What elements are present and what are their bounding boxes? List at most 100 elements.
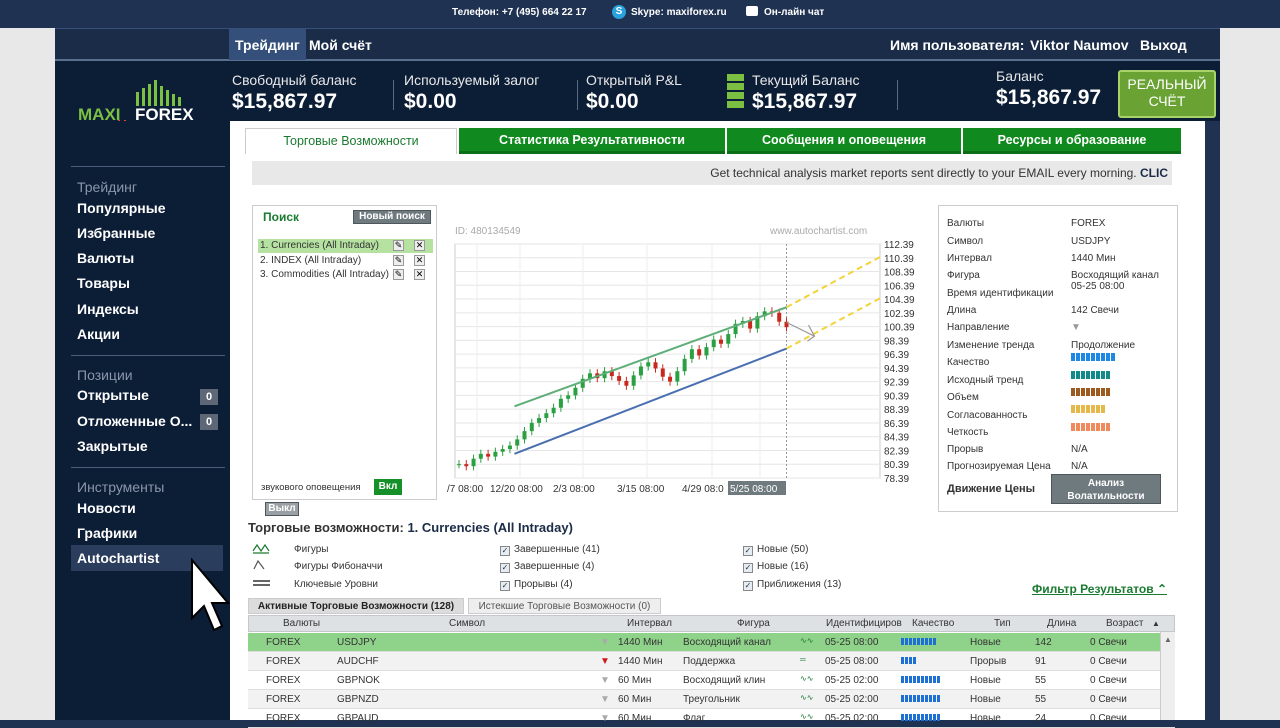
banner-link[interactable]: CLIC xyxy=(1140,166,1168,180)
table-row[interactable]: FOREX USDJPY ▼ 1440 Мин Восходящий канал 05-2… xyxy=(248,633,1175,652)
mouse-cursor-icon xyxy=(191,558,230,632)
skype-text[interactable]: Skype: maxiforex.ru xyxy=(631,7,727,18)
candle xyxy=(675,371,680,382)
chart-watermark: www.autochartist.com xyxy=(769,226,867,237)
pattern-icon: ∿∿ xyxy=(800,693,814,702)
search-item-commodities[interactable]: 3. Commodities (All Intraday) xyxy=(258,268,433,282)
balance-label: Баланс xyxy=(996,68,1044,84)
info-key: Объем xyxy=(947,392,979,403)
col-interval[interactable]: Интервал xyxy=(627,618,672,629)
edit-icon[interactable]: ✎ xyxy=(393,240,404,251)
tab-active-opportunities[interactable]: Активные Торговые Возможности (128) xyxy=(248,598,464,614)
sidebar-item-indices[interactable]: Индексы xyxy=(77,301,139,317)
x-tick-label: 12/20 08:00 xyxy=(490,484,543,495)
delete-icon[interactable]: ✕ xyxy=(414,255,425,266)
top-contact-bar: Телефон: +7 (495) 664 22 17 S Skype: max… xyxy=(0,0,1280,28)
sidebar-item-autochartist[interactable]: Autochartist xyxy=(77,550,159,566)
quality-bars xyxy=(901,638,936,645)
checkbox-checked-icon: ✓ xyxy=(743,563,753,573)
info-key: Время идентификации xyxy=(947,288,1054,299)
table-row[interactable]: FOREX GBPNZD ▼ 60 Мин Треугольник 05-25 02:00… xyxy=(248,690,1175,709)
info-key: Фигура xyxy=(947,270,980,281)
cell-currency: FOREX xyxy=(266,713,301,724)
cell-symbol: GBPNZD xyxy=(337,694,379,705)
filter-new-fib[interactable]: ✓ Новые (16) xyxy=(743,561,808,573)
sidebar-item-open[interactable]: Открытые xyxy=(77,387,149,403)
sidebar-divider xyxy=(71,467,225,468)
free-balance: Свободный баланс $15,867.97 xyxy=(232,72,357,114)
tab-opportunities[interactable]: Торговые Возможности xyxy=(245,128,457,154)
delete-icon[interactable]: ✕ xyxy=(414,240,425,251)
filter-results-label: Фильтр Результатов xyxy=(1032,582,1154,596)
nav-account[interactable]: Мой счёт xyxy=(309,37,372,53)
col-length[interactable]: Длина xyxy=(1047,618,1076,629)
search-item-currencies[interactable]: 1. Currencies (All Intraday) xyxy=(258,239,433,253)
filter-results-link[interactable]: Фильтр Результатов ⌃ xyxy=(1032,582,1167,596)
sidebar-item-favorites[interactable]: Избранные xyxy=(77,225,155,241)
filter-new[interactable]: ✓ Новые (50) xyxy=(743,544,808,556)
volatility-analysis-button[interactable]: Анализ Волатильности xyxy=(1051,474,1161,504)
right-frame xyxy=(1220,28,1280,720)
table-row[interactable]: FOREX AUDCHF ▼ 1440 Мин Поддержка 05-25 08:00… xyxy=(248,652,1175,671)
filter-completed-fib[interactable]: ✓ Завершенные (4) xyxy=(500,561,594,573)
opportunities-label: Торговые возможности: xyxy=(248,520,404,535)
y-tick-label: 106.39 xyxy=(884,281,915,292)
quality-bars xyxy=(1071,388,1110,396)
col-symbol[interactable]: Символ xyxy=(449,618,485,629)
used-margin: Используемый залог $0.00 xyxy=(404,72,539,114)
cell-interval: 1440 Мин xyxy=(618,656,663,667)
logout-link[interactable]: Выход xyxy=(1140,37,1187,53)
new-search-button[interactable]: Новый поиск xyxy=(353,210,431,224)
info-key: Изменение тренда xyxy=(947,340,1035,351)
sidebar-item-news[interactable]: Новости xyxy=(77,500,136,516)
filter-breakouts[interactable]: ✓ Прорывы (4) xyxy=(500,579,573,591)
col-currencies[interactable]: Валюты xyxy=(283,618,320,629)
divider xyxy=(577,80,578,110)
sidebar-item-commodities[interactable]: Товары xyxy=(77,275,130,291)
tab-expired-opportunities[interactable]: Истекшие Торговые Возможности (0) xyxy=(468,598,661,614)
table-scrollbar[interactable]: ▲ xyxy=(1160,632,1175,720)
x-tick-label: 2/3 08:00 xyxy=(553,484,595,495)
col-pattern[interactable]: Фигура xyxy=(737,618,770,629)
quality-bars xyxy=(901,676,940,683)
free-balance-value: $15,867.97 xyxy=(232,90,338,113)
x-tick-label: 4/29 08:0 xyxy=(682,484,724,495)
sidebar-item-charts[interactable]: Графики xyxy=(77,525,137,541)
price-move-label: Движение Цены xyxy=(947,483,1036,495)
legend-fibonacci: Фигуры Фибоначчи xyxy=(294,561,383,572)
chat-icon xyxy=(746,6,758,16)
real-account-button[interactable]: РЕАЛЬНЫЙ СЧЁТ xyxy=(1118,70,1216,118)
nav-trading[interactable]: Трейдинг xyxy=(229,29,306,60)
filter-completed[interactable]: ✓ Завершенные (41) xyxy=(500,544,600,556)
table-row[interactable]: FOREX GBPAUD ▼ 60 Мин Флаг 05-25 02:00 Новые 24… xyxy=(248,709,1175,728)
edit-icon[interactable]: ✎ xyxy=(393,269,404,280)
tab-statistics[interactable]: Статистика Результативности xyxy=(459,128,725,154)
sound-on-button[interactable]: Вкл xyxy=(374,479,402,495)
col-identified[interactable]: Идентифициров xyxy=(826,618,902,629)
sort-desc-icon[interactable]: ▲ xyxy=(1152,619,1160,628)
table-row[interactable]: FOREX GBPNOK ▼ 60 Мин Восходящий клин 05-25 0… xyxy=(248,671,1175,690)
sidebar-item-closed[interactable]: Закрытые xyxy=(77,438,148,454)
search-item-index[interactable]: 2. INDEX (All Intraday) xyxy=(258,254,433,268)
sidebar-item-pending[interactable]: Отложенные О... xyxy=(77,413,192,429)
col-quality[interactable]: Качество xyxy=(912,618,954,629)
edit-icon[interactable]: ✎ xyxy=(393,255,404,266)
price-chart[interactable]: 112.39 110.39 108.39 106.39 104.39 102.39 100.… xyxy=(445,220,925,500)
cell-length: 55 xyxy=(1035,694,1047,705)
sidebar-item-popular[interactable]: Популярные xyxy=(77,200,165,216)
info-key: Символ xyxy=(947,236,984,247)
sidebar-item-stocks[interactable]: Акции xyxy=(77,326,120,342)
tab-resources[interactable]: Ресурсы и образование xyxy=(963,128,1181,154)
col-type[interactable]: Тип xyxy=(994,618,1011,629)
chat-link[interactable]: Он-лайн чат xyxy=(764,7,824,18)
tab-messages[interactable]: Сообщения и оповещения xyxy=(727,128,961,154)
cell-pattern: Треугольник xyxy=(683,694,740,705)
checkbox-checked-icon: ✓ xyxy=(743,581,753,591)
candle xyxy=(537,418,542,423)
delete-icon[interactable]: ✕ xyxy=(414,269,425,280)
cell-pattern: Восходящий клин xyxy=(683,675,766,686)
sound-off-button[interactable]: Выкл xyxy=(265,502,299,516)
col-age[interactable]: Возраст xyxy=(1106,618,1143,629)
sidebar-item-currencies[interactable]: Валюты xyxy=(77,250,134,266)
filter-approach[interactable]: ✓ Приближения (13) xyxy=(743,579,841,591)
